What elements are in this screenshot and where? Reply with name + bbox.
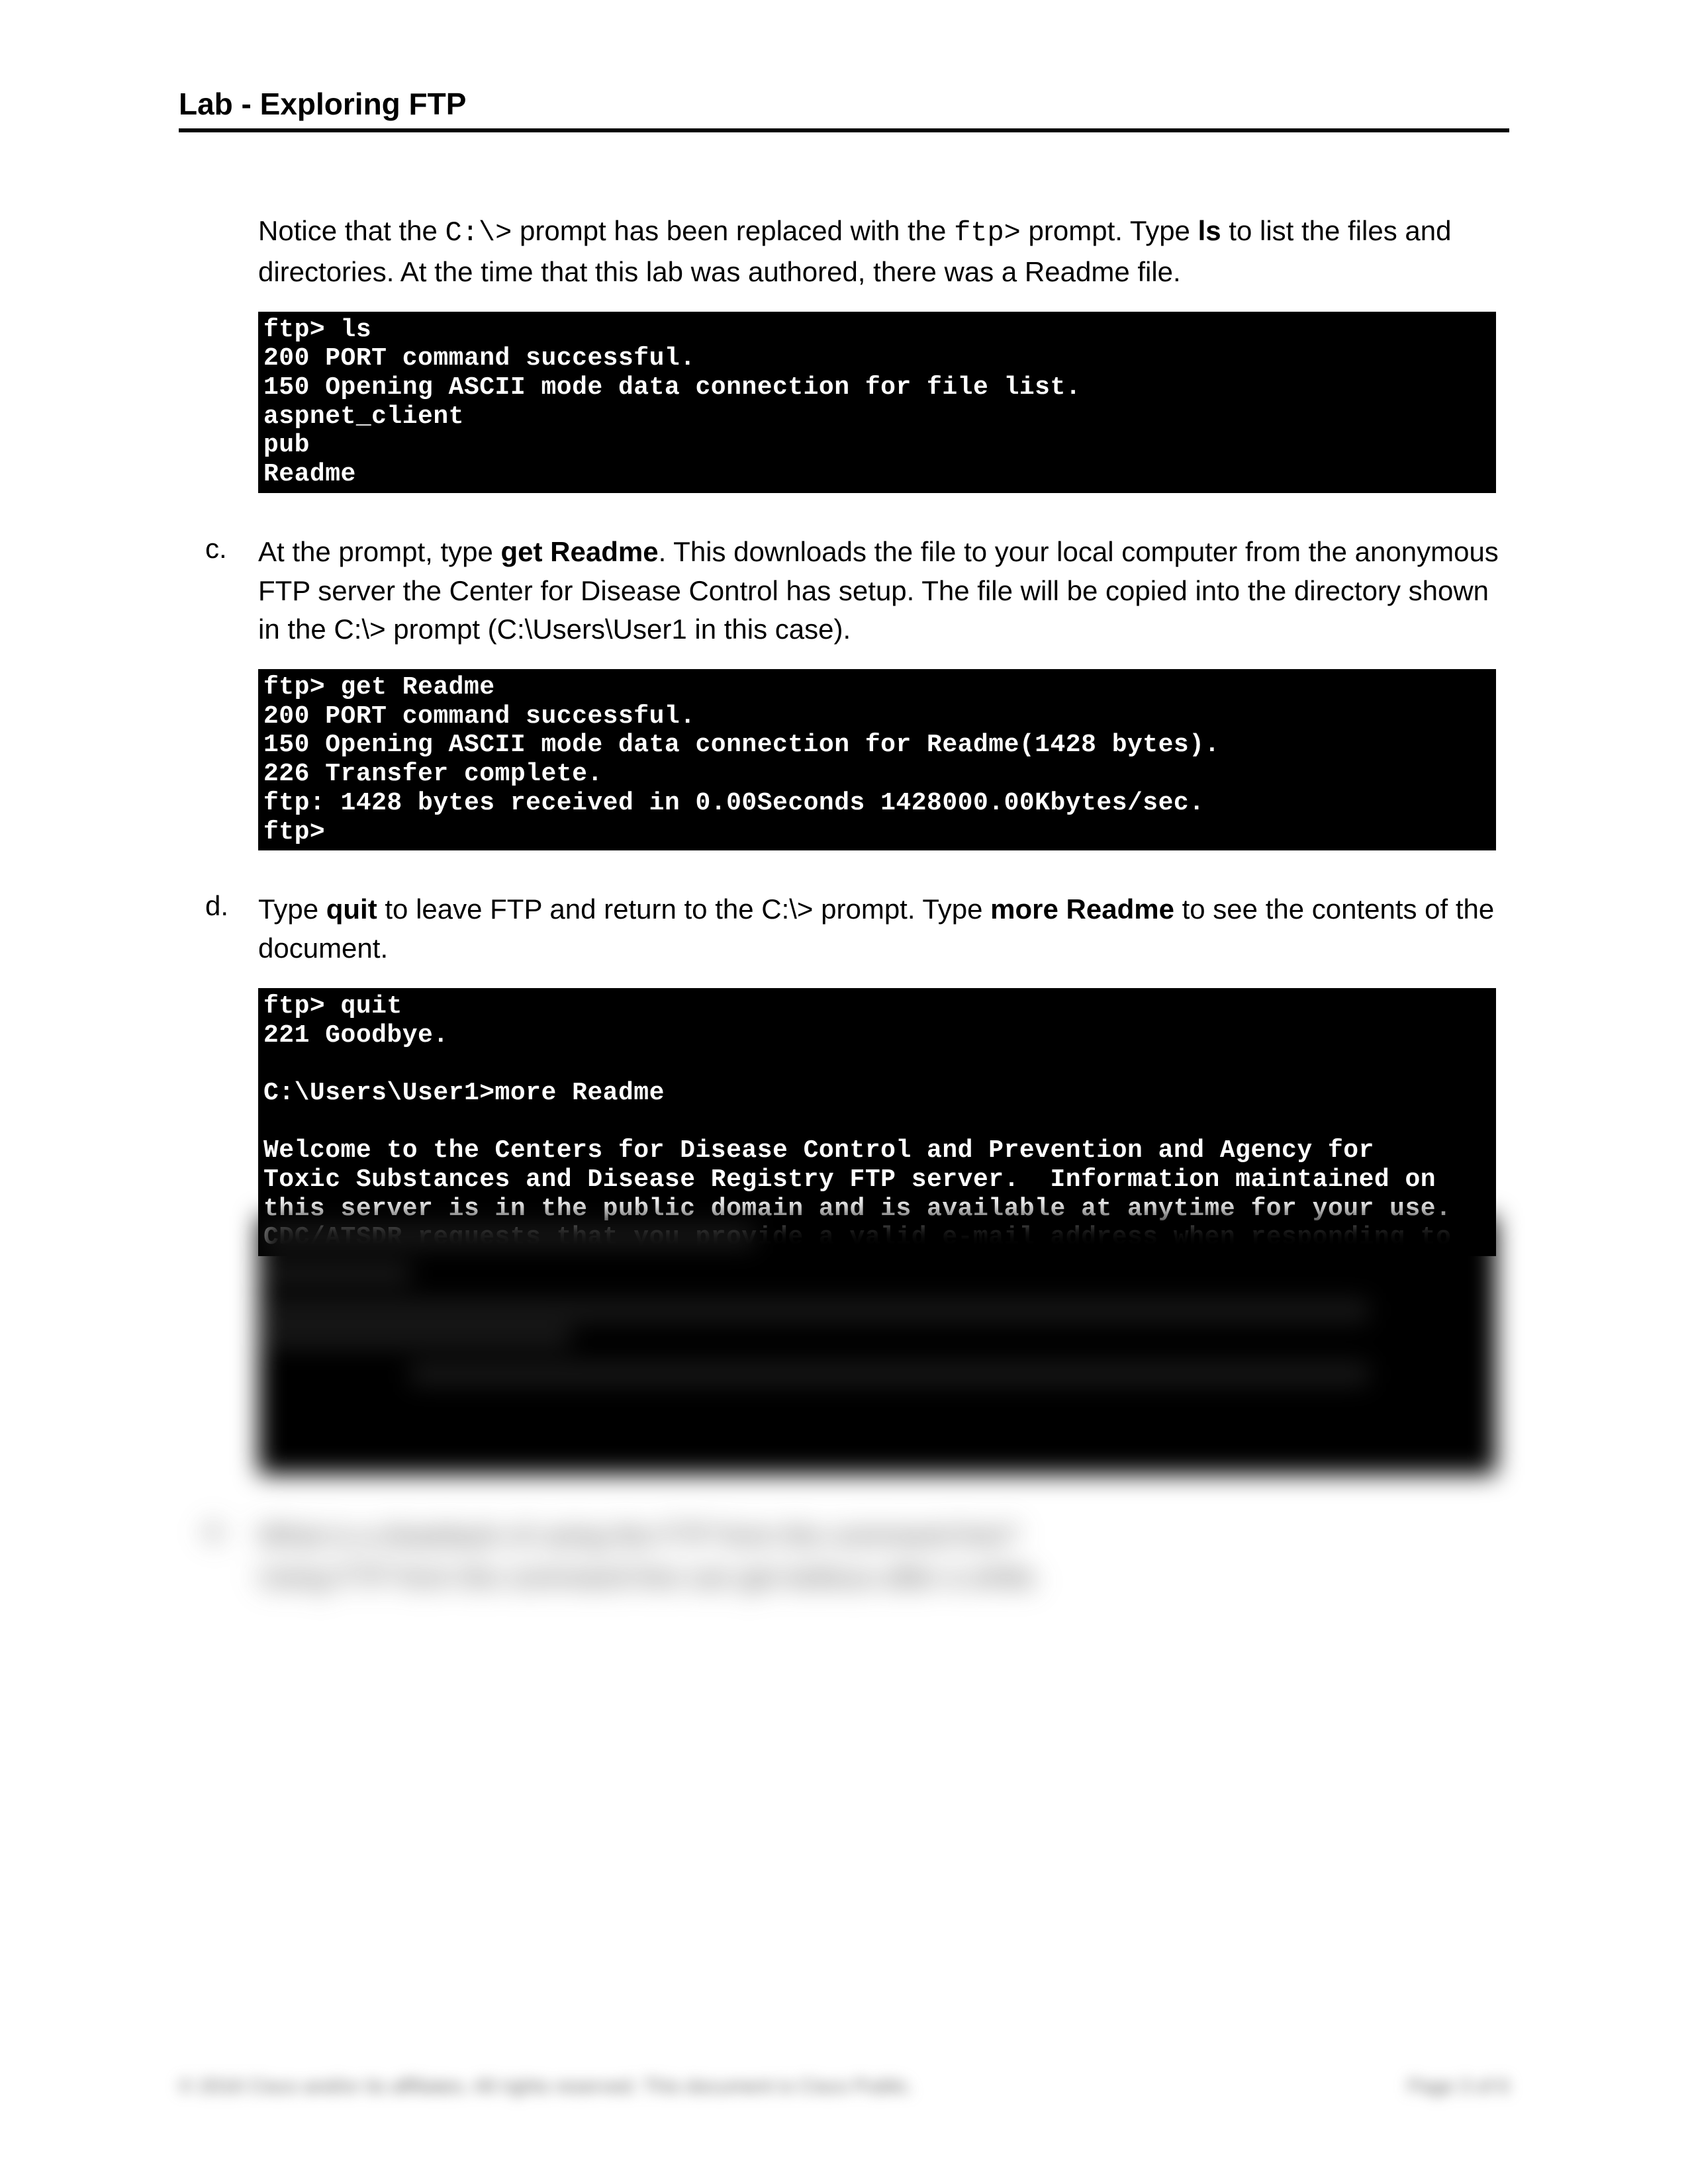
- blurred-step-body: What is a drawback of using the FTP from…: [258, 1514, 1041, 1598]
- terminal-ls-output: ftp> ls 200 PORT command successful. 150…: [258, 312, 1496, 493]
- step-d-pre: Type: [258, 893, 326, 925]
- blurred-question-section: e. What is a drawback of using the FTP f…: [179, 1514, 1509, 1598]
- intro-pre: Notice that the: [258, 215, 445, 246]
- step-d-row: d. Type quit to leave FTP and return to …: [205, 890, 1509, 968]
- step-c-text: At the prompt, type get Readme. This dow…: [258, 533, 1509, 649]
- blurred-terminal-section: [258, 1216, 1496, 1475]
- step-d-mid: to leave FTP and return to the C:\> prom…: [377, 893, 990, 925]
- blurred-step-e: e. What is a drawback of using the FTP f…: [205, 1514, 1509, 1598]
- step-c-letter: c.: [205, 533, 258, 649]
- blurred-terminal-continuation: [258, 1216, 1496, 1475]
- page-header-title: Lab - Exploring FTP: [179, 86, 1509, 128]
- intro-paragraph: Notice that the C:\> prompt has been rep…: [258, 212, 1509, 292]
- step-d-cmd1: quit: [326, 893, 377, 925]
- document-page: Lab - Exploring FTP Notice that the C:\>…: [0, 0, 1688, 2184]
- intro-prompt2: ftp>: [954, 217, 1021, 249]
- page-footer: © 2016 Cisco and/or its affiliates. All …: [179, 2075, 1509, 2098]
- step-d-letter: d.: [205, 890, 258, 968]
- intro-cmd1: ls: [1198, 215, 1221, 246]
- footer-page-number: Page 3 of 6: [1408, 2075, 1509, 2098]
- intro-mid2: prompt. Type: [1021, 215, 1198, 246]
- header-rule: [179, 128, 1509, 132]
- intro-mid1: prompt has been replaced with the: [512, 215, 954, 246]
- footer-copyright: © 2016 Cisco and/or its affiliates. All …: [179, 2075, 914, 2098]
- step-c-pre: At the prompt, type: [258, 536, 501, 567]
- terminal-get-output: ftp> get Readme 200 PORT command success…: [258, 669, 1496, 850]
- step-d-text: Type quit to leave FTP and return to the…: [258, 890, 1509, 968]
- blurred-line2: Using FTP from the command line can get …: [258, 1556, 1041, 1598]
- step-d-cmd2: more Readme: [990, 893, 1174, 925]
- intro-prompt1: C:\>: [445, 217, 512, 249]
- blurred-line1: What is a drawback of using the FTP from…: [258, 1514, 1041, 1556]
- step-c-cmd: get Readme: [501, 536, 659, 567]
- blurred-step-letter: e.: [205, 1514, 258, 1598]
- step-c-row: c. At the prompt, type get Readme. This …: [205, 533, 1509, 649]
